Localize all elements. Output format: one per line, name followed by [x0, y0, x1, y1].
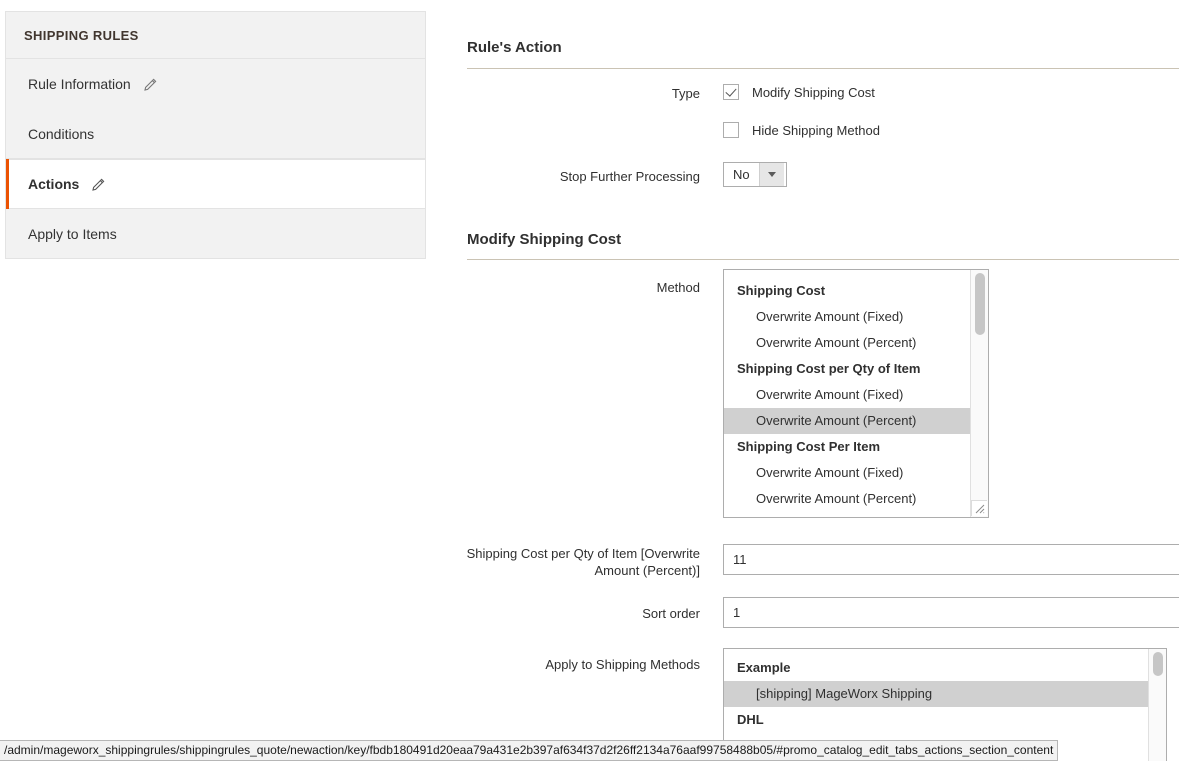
listbox-group-label: Shipping Cost Per 1 Unit of Weight [724, 512, 970, 517]
sidebar-item-actions[interactable]: Actions [6, 159, 425, 209]
rules-action-divider [467, 68, 1179, 69]
stop-further-processing-select[interactable]: No [723, 162, 787, 187]
sidebar-item-label: Rule Information [28, 59, 131, 109]
hide-shipping-method-label: Hide Shipping Method [752, 123, 880, 138]
modify-shipping-cost-section-title: Modify Shipping Cost [467, 231, 621, 248]
resize-grip-icon[interactable] [971, 500, 987, 516]
listbox-option-selected[interactable]: Overwrite Amount (Percent) [724, 408, 970, 434]
sort-order-input[interactable] [723, 597, 1179, 628]
stop-further-processing-value: No [724, 163, 759, 186]
listbox-group-label: Example [724, 655, 1148, 681]
shipping-cost-amount-input[interactable] [723, 544, 1179, 575]
listbox-option[interactable]: Overwrite Amount (Percent) [724, 486, 970, 512]
modify-shipping-cost-checkbox-row[interactable]: Modify Shipping Cost [723, 84, 875, 100]
hide-shipping-method-checkbox-row[interactable]: Hide Shipping Method [723, 122, 880, 138]
hide-shipping-method-checkbox[interactable] [723, 122, 739, 138]
listbox-group-label: DHL [724, 707, 1148, 733]
sidebar-item-apply-to-items[interactable]: Apply to Items [6, 209, 425, 259]
scrollbar-thumb[interactable] [975, 273, 985, 335]
sidebar-header-title: SHIPPING RULES [6, 11, 425, 59]
sort-order-field-label: Sort order [540, 605, 700, 622]
listbox-group-label: Shipping Cost [724, 278, 970, 304]
stop-further-processing-label: Stop Further Processing [440, 168, 700, 185]
listbox-group-label: Shipping Cost per Qty of Item [724, 356, 970, 382]
amount-field-label: Shipping Cost per Qty of Item [Overwrite… [440, 545, 700, 579]
method-listbox[interactable]: Shipping Cost Overwrite Amount (Fixed) O… [723, 269, 989, 518]
shipping-rules-sidebar: SHIPPING RULES Rule Information Conditio… [5, 11, 426, 259]
app-root: SHIPPING RULES Rule Information Conditio… [0, 0, 1179, 761]
method-listbox-scrollbar[interactable] [970, 270, 988, 517]
apply-to-shipping-methods-label: Apply to Shipping Methods [480, 656, 700, 673]
type-field-label: Type [500, 85, 700, 102]
sidebar-item-rule-information[interactable]: Rule Information [6, 59, 425, 109]
modify-shipping-cost-checkbox[interactable] [723, 84, 739, 100]
listbox-option-selected[interactable]: [shipping] MageWorx Shipping [724, 681, 1148, 707]
method-field-label: Method [540, 279, 700, 296]
scrollbar-thumb[interactable] [1153, 652, 1163, 676]
listbox-option[interactable]: Overwrite Amount (Percent) [724, 330, 970, 356]
listbox-option[interactable]: Overwrite Amount (Fixed) [724, 382, 970, 408]
browser-status-bar-url: /admin/mageworx_shippingrules/shippingru… [0, 740, 1058, 761]
listbox-group-label: Shipping Cost Per Item [724, 434, 970, 460]
sidebar-item-label: Actions [28, 159, 79, 209]
apply-to-shipping-methods-scrollbar[interactable] [1148, 649, 1166, 761]
listbox-option[interactable]: Overwrite Amount (Fixed) [724, 304, 970, 330]
pencil-icon [91, 178, 105, 192]
modify-shipping-cost-label: Modify Shipping Cost [752, 85, 875, 100]
chevron-down-icon[interactable] [759, 163, 784, 186]
listbox-option[interactable]: Overwrite Amount (Fixed) [724, 460, 970, 486]
pencil-icon [143, 78, 157, 92]
rules-action-section-title: Rule's Action [467, 39, 562, 56]
sidebar-item-conditions[interactable]: Conditions [6, 109, 425, 159]
sidebar-item-label: Apply to Items [28, 209, 117, 259]
sidebar-item-label: Conditions [28, 109, 94, 159]
method-listbox-options: Shipping Cost Overwrite Amount (Fixed) O… [724, 270, 970, 517]
modify-shipping-cost-divider [467, 259, 1179, 260]
